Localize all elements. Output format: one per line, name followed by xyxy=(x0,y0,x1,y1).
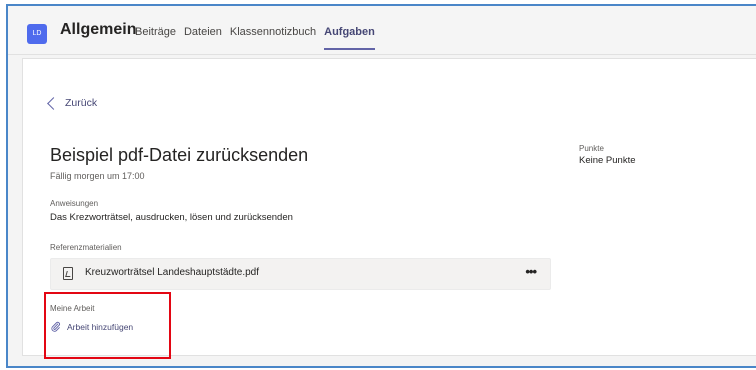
chevron-left-icon xyxy=(47,97,60,110)
more-options-button[interactable]: ••• xyxy=(525,264,537,279)
instructions-label: Anweisungen xyxy=(50,199,99,208)
assignment-title: Beispiel pdf-Datei zurücksenden xyxy=(50,145,309,165)
highlight-box xyxy=(44,292,171,359)
channel-header: LD Allgemein Beiträge Dateien Klassennot… xyxy=(8,6,756,55)
tab-klassennotizbuch[interactable]: Klassennotizbuch xyxy=(230,26,316,50)
tab-dateien[interactable]: Dateien xyxy=(184,26,222,50)
reference-label: Referenzmaterialien xyxy=(50,243,122,252)
reference-file-card[interactable]: Kreuzworträtsel Landeshauptstädte.pdf ••… xyxy=(50,258,551,290)
assignment-panel: Zurück Beispiel pdf-Datei zurücksenden F… xyxy=(22,58,756,359)
points-label: Punkte xyxy=(579,144,604,153)
points-value: Keine Punkte xyxy=(579,155,636,166)
instructions-text: Das Krezworträtsel, ausdrucken, lösen un… xyxy=(50,212,293,223)
due-date: Fällig morgen um 17:00 xyxy=(50,171,145,181)
team-avatar[interactable]: LD xyxy=(27,24,47,44)
back-link[interactable]: Zurück xyxy=(47,97,98,110)
tab-aufgaben[interactable]: Aufgaben xyxy=(324,26,375,50)
pdf-file-icon xyxy=(63,267,73,280)
tab-beitraege[interactable]: Beiträge xyxy=(135,26,176,50)
reference-file-name[interactable]: Kreuzworträtsel Landeshauptstädte.pdf xyxy=(85,267,259,278)
back-label: Zurück xyxy=(65,97,98,109)
teams-window: LD Allgemein Beiträge Dateien Klassennot… xyxy=(6,4,756,368)
channel-name: Allgemein xyxy=(60,21,137,38)
channel-tabs: Beiträge Dateien Klassennotizbuch Aufgab… xyxy=(135,26,383,50)
